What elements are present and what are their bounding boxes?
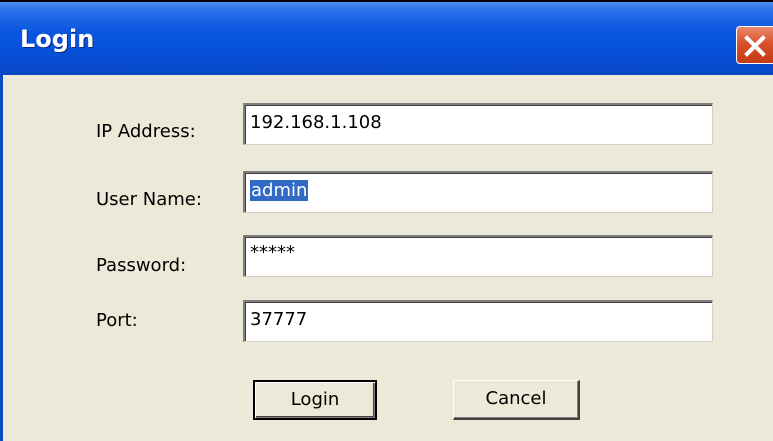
port-value: 37777 [250,309,308,330]
close-icon [744,35,766,57]
dialog-body: IP Address: 192.168.1.108 User Name: adm… [3,75,773,441]
title-bar[interactable]: Login [0,2,773,75]
login-dialog: Login IP Address: 192.168.1.108 User Nam… [0,0,773,441]
port-label: Port: [96,310,138,331]
password-label: Password: [96,255,187,276]
port-field[interactable]: 37777 [243,300,713,342]
user-name-label: User Name: [96,189,202,210]
password-value: ***** [250,242,295,263]
window-title: Login [20,25,95,53]
user-name-field[interactable]: admin [243,171,713,213]
ip-address-value: 192.168.1.108 [250,112,382,133]
user-name-value: admin [250,180,309,201]
close-button[interactable] [736,26,773,64]
ip-address-label: IP Address: [96,121,196,142]
ip-address-field[interactable]: 192.168.1.108 [243,103,713,145]
cancel-button[interactable]: Cancel [453,380,580,420]
password-field[interactable]: ***** [243,235,713,277]
login-button[interactable]: Login [253,380,377,420]
